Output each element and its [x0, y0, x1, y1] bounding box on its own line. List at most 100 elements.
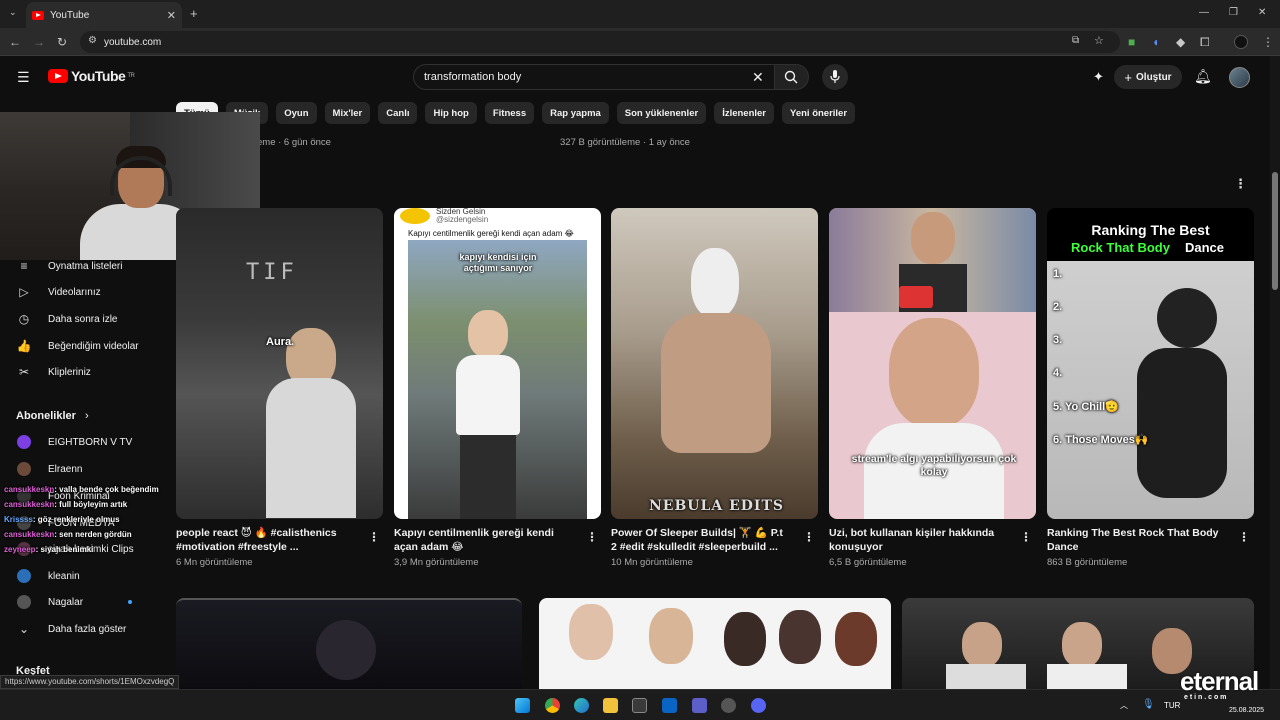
- short-heading: Ranking The Best: [1091, 222, 1210, 238]
- tray-date[interactable]: 25.08.2025: [1229, 707, 1264, 714]
- gym-brand-sign: TIF: [246, 260, 298, 285]
- tray-language[interactable]: TUR: [1164, 701, 1180, 710]
- sidebar-channel[interactable]: EIGHTBORN V TV: [0, 429, 176, 455]
- teams-icon[interactable]: [692, 698, 707, 713]
- windows-start-icon[interactable]: [515, 698, 530, 713]
- short-menu-icon[interactable]: ⋮: [368, 530, 380, 544]
- github-icon[interactable]: [721, 698, 736, 713]
- sidebar-item-watch-later[interactable]: ◷ Daha sonra izle: [0, 306, 176, 332]
- short-title[interactable]: people react 😈 🔥 #calisthenics #motivati…: [176, 526, 356, 554]
- sidebar-show-more[interactable]: ⌄ Daha fazla göster: [0, 616, 176, 642]
- chip-new-to-you[interactable]: Yeni öneriler: [782, 102, 856, 124]
- chat-user: cansukkeskn: [4, 485, 55, 494]
- chat-text: : göz renkleriyle olmus: [32, 515, 120, 524]
- rank-label: 1.: [1053, 268, 1063, 280]
- chip-fitness[interactable]: Fitness: [484, 102, 535, 124]
- chip-hip-hop[interactable]: Hip hop: [425, 102, 477, 124]
- sidebar-channel[interactable]: kleanin: [0, 563, 176, 589]
- tray-mic-icon[interactable]: 🎙︎: [1142, 699, 1155, 710]
- short-person: [468, 310, 508, 358]
- browser-menu-icon[interactable]: ⋮: [1262, 36, 1274, 48]
- short-thumbnail[interactable]: stream'le algı yapabiliyorsun çok kolay: [829, 208, 1036, 519]
- chip-recently-uploaded[interactable]: Son yüklenenler: [616, 102, 707, 124]
- chevron-down-icon: ⌄: [18, 622, 30, 636]
- chip-live[interactable]: Canlı: [378, 102, 418, 124]
- video-thumbnail[interactable]: [176, 598, 522, 690]
- short-menu-icon[interactable]: ⋮: [586, 530, 598, 544]
- reload-icon[interactable]: ↻: [57, 36, 67, 48]
- subscriptions-heading[interactable]: Abonelikler ›: [16, 410, 89, 422]
- sidebar-channel[interactable]: Elraenn: [0, 456, 176, 482]
- minimize-button[interactable]: —: [1199, 8, 1209, 18]
- video-meta: 327 B görüntüleme · 1 ay önce: [560, 137, 690, 148]
- browser-toolbar: ← → ↻ ⚙ youtube.com ⧉ ☆ ■ ◖ ◆ ⧠ ⋮: [0, 28, 1280, 56]
- sidebar-channel[interactable]: Nagalar: [0, 589, 176, 615]
- browser-tab-youtube[interactable]: YouTube ✕: [26, 2, 182, 28]
- outlook-icon[interactable]: [662, 698, 677, 713]
- profile-icon[interactable]: [1234, 35, 1248, 49]
- short-title[interactable]: Power Of Sleeper Builds| 🏋 💪 P.t 2 #edit…: [611, 526, 791, 554]
- maximize-button[interactable]: ❐: [1229, 8, 1238, 18]
- voice-search-button[interactable]: [822, 64, 848, 90]
- extension-diamond-icon[interactable]: ◆: [1176, 36, 1185, 48]
- short-thumbnail[interactable]: Sizden Gelsin @sizdengelsin Kapıyı centi…: [394, 208, 601, 519]
- chip-watched[interactable]: İzlenenler: [714, 102, 775, 124]
- short-menu-icon[interactable]: ⋮: [1238, 530, 1250, 544]
- sidebar-item-liked-videos[interactable]: 👍 Beğendiğim videolar: [0, 333, 176, 359]
- short-thumbnail[interactable]: TIF Aura.: [176, 208, 383, 519]
- video-thumbnail-figure: [835, 612, 877, 666]
- account-avatar[interactable]: [1229, 67, 1250, 88]
- tab-search-icon[interactable]: ⌄: [9, 8, 17, 17]
- channel-name: kleanin: [48, 570, 80, 582]
- notifications-bell-icon[interactable]: 🔔︎: [1194, 69, 1212, 83]
- file-explorer-icon[interactable]: [603, 698, 618, 713]
- bookmark-star-icon[interactable]: ☆: [1094, 36, 1104, 47]
- page-scrollbar-track[interactable]: [1270, 56, 1280, 689]
- edge-icon[interactable]: [574, 698, 589, 713]
- address-url: youtube.com: [104, 36, 162, 48]
- new-tab-button[interactable]: +: [190, 7, 198, 20]
- chrome-icon[interactable]: [545, 698, 560, 713]
- sidebar-item-your-videos[interactable]: ▷ Videolarınız: [0, 279, 176, 305]
- short-title[interactable]: Kapıyı centilmenlik gereği kendi açan ad…: [394, 526, 574, 554]
- chip-mixes[interactable]: Mix'ler: [324, 102, 371, 124]
- extension-audio-icon[interactable]: ◖: [1152, 36, 1159, 48]
- shelf-menu-icon[interactable]: ⋮: [1234, 176, 1247, 192]
- search-input[interactable]: transformation body ✕: [413, 64, 775, 90]
- short-menu-icon[interactable]: ⋮: [1020, 530, 1032, 544]
- address-bar[interactable]: ⚙ youtube.com ⧉ ☆: [80, 31, 1120, 53]
- tab-close-icon[interactable]: ✕: [167, 9, 176, 22]
- chip-rap[interactable]: Rap yapma: [542, 102, 609, 124]
- store-icon[interactable]: [632, 698, 647, 713]
- video-thumbnail-figure: [1047, 664, 1127, 690]
- sidebar-item-clips[interactable]: ✂ Klipleriniz: [0, 359, 176, 385]
- chip-gaming[interactable]: Oyun: [276, 102, 317, 124]
- discord-icon[interactable]: [751, 698, 766, 713]
- short-heading-white: Dance: [1185, 240, 1225, 255]
- hamburger-menu-icon[interactable]: ☰: [17, 70, 30, 84]
- short-menu-icon[interactable]: ⋮: [803, 530, 815, 544]
- tray-chevron-icon[interactable]: ︿: [1120, 700, 1128, 711]
- short-title[interactable]: Ranking The Best Rock That Body Dance: [1047, 526, 1227, 554]
- extensions-puzzle-icon[interactable]: ⧠: [1200, 36, 1210, 48]
- clear-search-icon[interactable]: ✕: [752, 70, 764, 84]
- extension-shield-icon[interactable]: ■: [1128, 36, 1135, 48]
- short-title[interactable]: Uzi, bot kullanan kişiler hakkında konuş…: [829, 526, 1009, 554]
- back-arrow-icon[interactable]: ←: [9, 36, 21, 48]
- short-views: 6,5 B görüntüleme: [829, 557, 907, 568]
- window-close-button[interactable]: ✕: [1258, 8, 1266, 18]
- short-thumbnail[interactable]: NEBULA EDITS: [611, 208, 818, 519]
- search-button[interactable]: [775, 64, 809, 90]
- page-scrollbar-thumb[interactable]: [1272, 172, 1278, 290]
- youtube-logo[interactable]: YouTube TR: [48, 68, 135, 84]
- short-thumbnail[interactable]: Ranking The Best Rock That Body Dance 1.…: [1047, 208, 1254, 519]
- cast-icon[interactable]: ⧉: [1072, 36, 1079, 46]
- create-button[interactable]: + Oluştur: [1114, 65, 1182, 89]
- channel-name: Nagalar: [48, 596, 84, 608]
- sparkle-icon[interactable]: ✦: [1093, 70, 1104, 83]
- forward-arrow-icon[interactable]: →: [33, 36, 45, 48]
- video-thumbnail[interactable]: [539, 598, 891, 690]
- site-info-icon[interactable]: ⚙: [88, 36, 97, 46]
- sidebar-item-label: Oynatma listeleri: [48, 260, 123, 272]
- clock-icon: ◷: [18, 312, 30, 326]
